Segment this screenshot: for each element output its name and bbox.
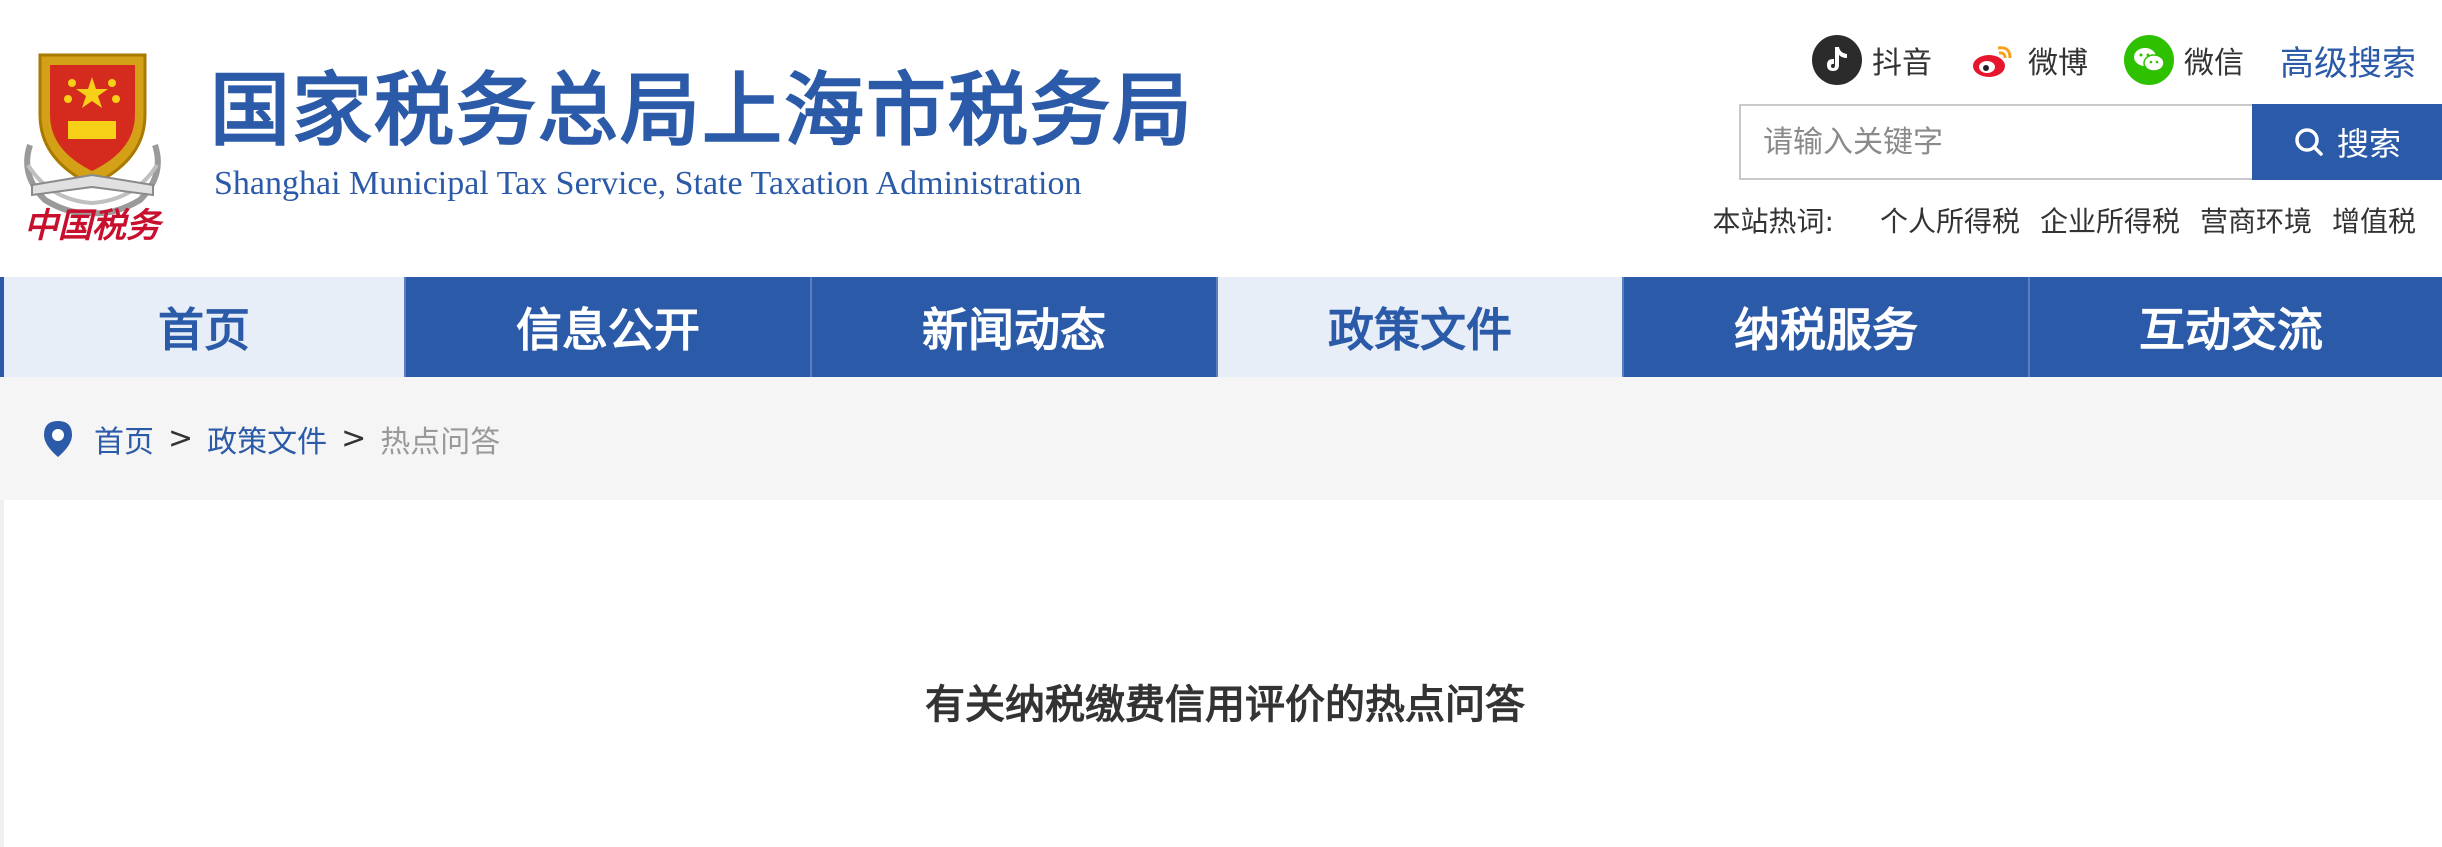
social-weibo[interactable]: 微博 xyxy=(1968,35,2088,85)
breadcrumb-home[interactable]: 首页 xyxy=(94,417,154,461)
site-title-cn: 国家税务总局上海市税务局 xyxy=(210,64,1194,157)
wechat-icon xyxy=(2124,35,2174,85)
nav-item-tax-service[interactable]: 纳税服务 xyxy=(1624,277,2030,377)
social-wechat[interactable]: 微信 xyxy=(2124,35,2244,85)
douyin-icon xyxy=(1812,35,1862,85)
weibo-icon xyxy=(1968,35,2018,85)
social-douyin[interactable]: 抖音 xyxy=(1812,35,1932,85)
hotwords-label: 本站热词: xyxy=(1712,205,1834,238)
hotword-item[interactable]: 企业所得税 xyxy=(2040,200,2180,240)
site-header: 中国税务 国家税务总局上海市税务局 Shanghai Municipal Tax… xyxy=(0,0,2442,277)
advanced-search-link[interactable]: 高级搜索 xyxy=(2280,36,2416,85)
search-icon xyxy=(2295,128,2323,156)
emblem-calligraphy: 中国税务 xyxy=(24,207,164,245)
nav-item-interaction[interactable]: 互动交流 xyxy=(2030,277,2436,377)
site-title-en: Shanghai Municipal Tax Service, State Ta… xyxy=(214,165,1082,202)
breadcrumb-policy[interactable]: 政策文件 xyxy=(207,417,327,461)
nav-item-policy[interactable]: 政策文件 xyxy=(1218,277,1624,377)
hotword-item[interactable]: 营商环境 xyxy=(2200,200,2312,240)
search-input[interactable] xyxy=(1739,104,2252,180)
breadcrumb-separator: > xyxy=(341,421,367,456)
breadcrumb: 首页 > 政策文件 > 热点问答 xyxy=(0,377,2442,500)
search-button-label: 搜索 xyxy=(2336,125,2401,163)
article-title: 有关纳税缴费信用评价的热点问答 xyxy=(925,682,1525,728)
social-label-weibo: 微博 xyxy=(2028,46,2088,81)
nav-item-news[interactable]: 新闻动态 xyxy=(812,277,1218,377)
search-button[interactable]: 搜索 xyxy=(2252,104,2442,180)
breadcrumb-current: 热点问答 xyxy=(380,424,501,460)
social-label-wechat: 微信 xyxy=(2184,46,2244,81)
hotword-item[interactable]: 增值税 xyxy=(2332,200,2416,240)
tax-emblem-logo[interactable]: 中国税务 xyxy=(10,25,175,245)
main-nav: 首页 信息公开 新闻动态 政策文件 纳税服务 互动交流 xyxy=(0,277,2442,377)
breadcrumb-separator: > xyxy=(168,421,194,456)
nav-item-home[interactable]: 首页 xyxy=(0,277,406,377)
location-pin-icon xyxy=(44,420,72,457)
hotword-item[interactable]: 个人所得税 xyxy=(1880,200,2020,240)
search-box: 搜索 xyxy=(1739,104,2442,180)
social-label-douyin: 抖音 xyxy=(1872,46,1932,81)
nav-item-info-disclosure[interactable]: 信息公开 xyxy=(406,277,812,377)
article-content: 有关纳税缴费信用评价的热点问答 xyxy=(0,500,2442,847)
hotwords: 本站热词: 个人所得税 企业所得税 营商环境 增值税 xyxy=(1713,200,2417,240)
social-links: 抖音 微博 微信 高级搜索 xyxy=(1812,30,2416,90)
